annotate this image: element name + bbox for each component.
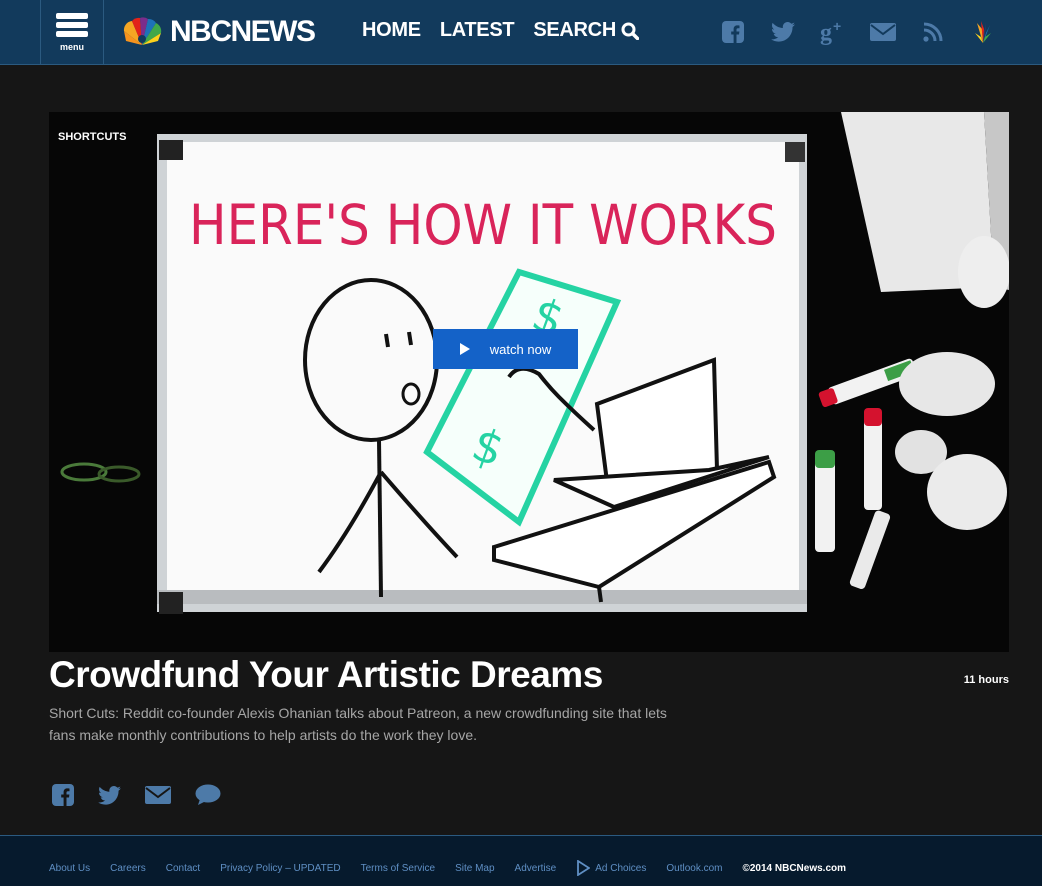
menu-button[interactable]: menu xyxy=(40,0,104,64)
watch-now-button[interactable]: watch now xyxy=(433,329,578,369)
footer-link-terms[interactable]: Terms of Service xyxy=(361,863,435,874)
svg-text:+: + xyxy=(833,19,841,34)
comment-icon xyxy=(195,784,221,805)
ad-choices-icon xyxy=(577,860,591,876)
whiteboard-headline: HERE'S HOW IT WORKS xyxy=(189,193,777,257)
email-icon xyxy=(145,786,171,804)
share-facebook-button[interactable] xyxy=(52,784,74,806)
twitter-icon xyxy=(771,22,795,42)
facebook-icon xyxy=(52,784,74,806)
play-icon xyxy=(459,343,470,355)
ad-choices-label: Ad Choices xyxy=(595,862,647,874)
peacock-icon xyxy=(975,21,991,43)
share-bar xyxy=(52,784,245,806)
rss-icon xyxy=(923,22,943,42)
footer-link-advertise[interactable]: Advertise xyxy=(515,863,557,874)
section-label: SHORTCUTS xyxy=(58,131,127,143)
watch-now-label: watch now xyxy=(489,341,552,357)
menu-label: menu xyxy=(59,41,84,52)
footer-link-careers[interactable]: Careers xyxy=(110,863,146,874)
copyright: ©2014 NBCNews.com xyxy=(742,862,847,874)
rss-link[interactable] xyxy=(908,18,958,46)
share-twitter-button[interactable] xyxy=(98,785,121,805)
hero-video[interactable]: HERE'S HOW IT WORKS $ $ SHORTCUTS watch … xyxy=(49,112,1009,652)
article-timestamp: 11 hours xyxy=(963,674,1009,686)
site-header: menu NBCNEWS HOME LATEST SEARCH g + xyxy=(0,0,1042,65)
nav-search[interactable]: SEARCH xyxy=(533,19,639,42)
nav-search-label: SEARCH xyxy=(533,19,616,41)
peacock-logo-icon xyxy=(123,17,162,45)
whiteboard-illustration: HERE'S HOW IT WORKS $ $ xyxy=(49,112,1009,652)
footer-link-contact[interactable]: Contact xyxy=(166,863,200,874)
logo-text: NBCNEWS xyxy=(170,15,316,48)
nav-home[interactable]: HOME xyxy=(362,19,421,42)
svg-text:g: g xyxy=(820,20,832,45)
email-link[interactable] xyxy=(858,18,908,46)
google-plus-icon: g + xyxy=(820,19,841,45)
google-plus-link[interactable]: g + xyxy=(808,18,858,46)
comment-button[interactable] xyxy=(195,784,221,806)
peacock-link[interactable] xyxy=(958,18,1008,46)
share-email-button[interactable] xyxy=(145,786,171,804)
site-footer: About Us Careers Contact Privacy Policy … xyxy=(0,835,1042,886)
facebook-link[interactable] xyxy=(708,18,758,46)
footer-link-ad-choices[interactable]: Ad Choices xyxy=(576,860,646,876)
footer-link-outlook[interactable]: Outlook.com xyxy=(666,863,722,874)
facebook-icon xyxy=(722,21,744,43)
search-icon xyxy=(621,22,639,40)
header-social-links: g + xyxy=(708,18,1008,46)
footer-link-sitemap[interactable]: Site Map xyxy=(455,863,494,874)
twitter-link[interactable] xyxy=(758,18,808,46)
footer-links: About Us Careers Contact Privacy Policy … xyxy=(49,860,846,876)
main-nav: HOME LATEST SEARCH xyxy=(362,19,639,42)
hamburger-icon xyxy=(56,12,88,40)
nav-latest[interactable]: LATEST xyxy=(440,19,515,42)
email-icon xyxy=(870,23,896,41)
twitter-icon xyxy=(98,785,121,805)
article-description: Short Cuts: Reddit co-founder Alexis Oha… xyxy=(49,705,667,743)
footer-link-privacy[interactable]: Privacy Policy – UPDATED xyxy=(220,863,340,874)
article-title[interactable]: Crowdfund Your Artistic Dreams xyxy=(49,654,603,696)
nbc-news-logo[interactable]: NBCNEWS xyxy=(118,14,316,50)
footer-link-about[interactable]: About Us xyxy=(49,863,90,874)
